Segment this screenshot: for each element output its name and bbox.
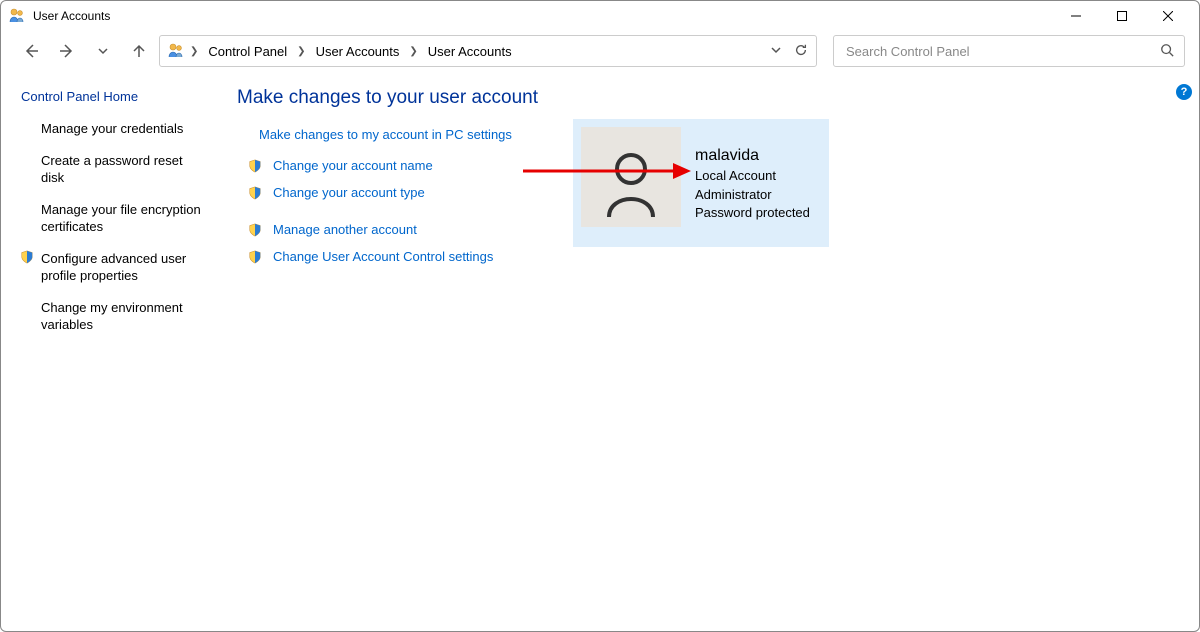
current-account-card: malavida Local Account Administrator Pas… [573,119,829,247]
navigation-toolbar: ❯ Control Panel ❯ User Accounts ❯ User A… [1,31,1199,71]
shield-icon [247,159,263,173]
breadcrumb-control-panel[interactable]: Control Panel [204,44,291,59]
control-panel-home-link[interactable]: Control Panel Home [21,89,209,104]
shield-icon [247,186,263,200]
chevron-right-icon[interactable]: ❯ [293,46,309,57]
shield-icon [247,223,263,237]
sidebar-item-label: Change my environment variables [41,299,207,334]
breadcrumb-user-accounts[interactable]: User Accounts [424,44,516,59]
link-label: Manage another account [273,222,417,237]
account-role: Administrator [695,186,810,204]
shield-icon [19,250,35,264]
refresh-button[interactable] [794,43,808,60]
chevron-right-icon[interactable]: ❯ [186,46,202,57]
account-username: malavida [695,145,810,167]
window-title: User Accounts [33,9,110,23]
person-icon [599,149,663,219]
sidebar-item-manage-credentials[interactable]: Manage your credentials [17,118,209,150]
account-type: Local Account [695,167,810,185]
titlebar: User Accounts [1,1,1199,31]
sidebar-item-advanced-profile[interactable]: Configure advanced user profile properti… [17,248,209,297]
link-label: Change your account type [273,185,425,200]
chevron-right-icon[interactable]: ❯ [405,46,421,57]
avatar [581,127,681,227]
up-button[interactable] [123,35,155,67]
change-uac-settings-link[interactable]: Change User Account Control settings [247,249,1179,264]
link-label: Change your account name [273,158,433,173]
sidebar: Control Panel Home Manage your credentia… [1,83,213,346]
user-accounts-icon [168,42,184,61]
sidebar-item-password-reset-disk[interactable]: Create a password reset disk [17,150,209,199]
forward-button[interactable] [51,35,83,67]
user-accounts-app-icon [9,7,25,26]
sidebar-item-label: Create a password reset disk [41,152,207,187]
breadcrumb-user-accounts-category[interactable]: User Accounts [312,44,404,59]
sidebar-item-label: Configure advanced user profile properti… [41,250,207,285]
search-box[interactable] [833,35,1185,67]
recent-locations-button[interactable] [87,35,119,67]
sidebar-item-label: Manage your credentials [41,120,183,138]
shield-icon [247,250,263,264]
main-panel: Make changes to your user account Make c… [213,83,1199,346]
close-button[interactable] [1145,1,1191,31]
search-input[interactable] [844,43,1160,60]
account-protection: Password protected [695,204,810,222]
maximize-button[interactable] [1099,1,1145,31]
address-bar[interactable]: ❯ Control Panel ❯ User Accounts ❯ User A… [159,35,817,67]
sidebar-item-environment-vars[interactable]: Change my environment variables [17,297,209,346]
search-icon[interactable] [1160,43,1174,60]
page-heading: Make changes to your user account [237,87,1179,109]
link-label: Change User Account Control settings [273,249,493,264]
sidebar-item-label: Manage your file encryption certificates [41,201,207,236]
minimize-button[interactable] [1053,1,1099,31]
sidebar-item-encryption-certificates[interactable]: Manage your file encryption certificates [17,199,209,248]
back-button[interactable] [15,35,47,67]
address-dropdown-button[interactable] [770,44,782,59]
